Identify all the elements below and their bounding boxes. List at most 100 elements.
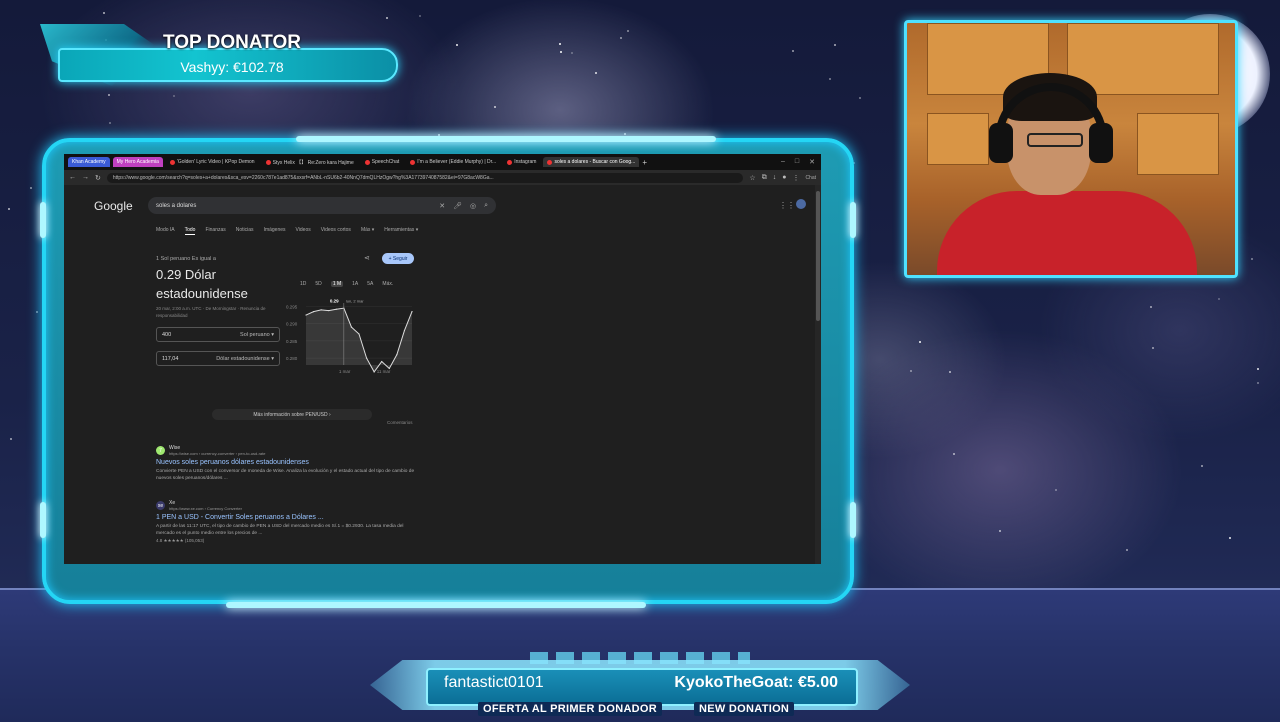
result-title-link[interactable]: 1 PEN a USD - Convertir Soles peruanos a…	[156, 514, 416, 521]
star	[949, 371, 951, 373]
back-icon[interactable]: ←	[69, 174, 76, 181]
url-field[interactable]: https://www.google.com/search?q=soles+a+…	[106, 172, 744, 183]
star	[620, 37, 622, 39]
result-source[interactable]: xe Xe https://www.xe.com › Currency Conver…	[156, 500, 416, 511]
amount-from-field[interactable]: 400 Sol peruano ▾	[156, 327, 280, 342]
x-tick-label: 1 mar	[339, 369, 351, 374]
mic-icon[interactable]: 🎤︎	[453, 202, 462, 210]
search-input[interactable]: soles a dolares ✕ 🎤︎ ◎ ⌕	[148, 197, 496, 214]
range-3[interactable]: 1A	[352, 281, 358, 287]
result-snippet: Convierte PEN a USD con el conversor de …	[156, 469, 415, 481]
range-2[interactable]: 1 M	[330, 281, 344, 287]
profile-icon[interactable]: ●	[782, 174, 786, 181]
star	[386, 17, 388, 19]
search-query: soles a dolares	[156, 202, 197, 209]
chart-point	[403, 329, 406, 332]
star	[456, 44, 458, 46]
window-controls: – □ ✕	[781, 158, 821, 166]
filter-6[interactable]: Videos cortos	[321, 227, 351, 235]
filter-0[interactable]: Modo IA	[156, 227, 175, 235]
result-rating: 4.8 ★★★★★ (105,053)	[156, 538, 205, 543]
tab-favicon-icon	[547, 159, 553, 165]
result-source[interactable]: 7 Wise https://wise.com › currency-convert…	[156, 445, 416, 456]
amount-to-field[interactable]: 117,04 Dólar estadounidense ▾	[156, 351, 280, 366]
result-title-link[interactable]: Nuevos soles peruanos dólares estadounid…	[156, 459, 416, 466]
tab-6[interactable]: Instagram	[503, 157, 540, 167]
top-donator-amount: Vashyy: €102.78	[180, 59, 284, 75]
search-result: 7 Wise https://wise.com › currency-convert…	[156, 445, 416, 482]
tab-3[interactable]: Styx Helix 【】 Re:Zero kara Hajime	[262, 157, 358, 167]
cabinet-right	[1137, 113, 1219, 175]
tab-4[interactable]: SpeechChat	[361, 157, 404, 167]
search-filters: Modo IA Todo Finanzas Noticias Imágenes Video…	[156, 227, 418, 235]
frame-glow-top	[296, 136, 716, 142]
star-icon[interactable]: ☆	[749, 174, 755, 182]
share-icon[interactable]: ⋖	[364, 254, 370, 262]
y-tick-label: 0.290	[286, 322, 298, 327]
star	[1150, 306, 1152, 308]
filter-4[interactable]: Imágenes	[264, 227, 286, 235]
filter-3[interactable]: Noticias	[236, 227, 254, 235]
filter-8[interactable]: Herramientas ▾	[384, 227, 418, 235]
chat-button[interactable]: Chat	[805, 175, 816, 181]
converter-meta: 20 mar, 2:00 a.m. UTC · De Morningstar ·…	[156, 306, 266, 318]
result-url: https://www.xe.com › Currency Converter	[169, 506, 242, 511]
star	[560, 51, 562, 53]
new-tab-icon[interactable]: +	[642, 158, 647, 167]
menu-icon[interactable]: ⋮	[792, 174, 799, 182]
minimize-icon[interactable]: –	[781, 158, 785, 166]
tab-2[interactable]: 'Golden' Lyric Video | KPop Demon	[166, 157, 259, 167]
star	[595, 72, 597, 74]
star	[859, 97, 861, 99]
offer-label: OFERTA AL PRIMER DONADOR	[478, 702, 663, 716]
filter-5[interactable]: Videos	[296, 227, 311, 235]
filter-1[interactable]: Todo	[184, 227, 196, 235]
grid-icon[interactable]: ⋮⋮	[779, 201, 795, 210]
forward-icon[interactable]: →	[82, 174, 89, 181]
camera-icon[interactable]: ◎	[470, 202, 476, 210]
scrollbar[interactable]	[815, 185, 821, 564]
range-0[interactable]: 1D	[300, 281, 306, 287]
maximize-icon[interactable]: □	[795, 158, 799, 166]
result-favicon-icon: xe	[156, 501, 165, 510]
search-icon[interactable]: ⌕	[484, 202, 488, 210]
reload-icon[interactable]: ↻	[95, 174, 101, 182]
avatar[interactable]	[796, 199, 806, 209]
headset-ear-right	[1089, 123, 1113, 163]
follow-button[interactable]: + Seguir	[382, 253, 414, 264]
chart-point	[350, 326, 353, 328]
star	[1201, 465, 1203, 467]
tab-label: Styx Helix 【】 Re:Zero kara Hajime	[272, 159, 354, 166]
download-icon[interactable]: ↓	[773, 174, 777, 181]
star	[36, 311, 38, 313]
tab-5[interactable]: I'm a Believer (Eddie Murphy) | Dr...	[406, 157, 500, 167]
clear-icon[interactable]: ✕	[439, 202, 445, 210]
star	[1126, 549, 1128, 551]
scrollbar-thumb[interactable]	[816, 191, 820, 321]
google-logo[interactable]: Google	[94, 199, 133, 213]
more-info-button[interactable]: Más información sobre PEN/USD ›	[212, 409, 372, 420]
exchange-rate-chart: 0.295 0.290 0.285 0.280 0.29 lun, 2 mar 1 mar 1…	[286, 299, 413, 374]
chart-area	[306, 308, 412, 372]
tab-0[interactable]: Khan Academy	[68, 157, 110, 167]
tab-label: Khan Academy	[72, 159, 106, 165]
star	[999, 530, 1001, 532]
tab-1[interactable]: My Hero Academia	[112, 157, 163, 167]
filter-2[interactable]: Finanzas	[205, 227, 225, 235]
range-4[interactable]: 5A	[367, 281, 373, 287]
star	[8, 208, 10, 210]
tab-7[interactable]: soles a dolares - Buscar con Goog...	[543, 157, 640, 167]
amount-from-value: 400	[162, 331, 172, 338]
range-5[interactable]: Máx.	[382, 281, 393, 287]
unit-from-select[interactable]: Sol peruano ▾	[240, 332, 274, 338]
range-1[interactable]: 5D	[315, 281, 321, 287]
star	[1229, 537, 1231, 539]
result-url: https://wise.com › currency-converter › …	[169, 451, 266, 456]
extensions-icon[interactable]: ⧉	[762, 174, 767, 182]
donation-banner: fantastict0101 KyokoTheGoat: €5.00 OFERT…	[370, 652, 910, 720]
chart-point	[305, 314, 307, 316]
unit-to-select[interactable]: Dólar estadounidense ▾	[216, 356, 274, 362]
comments-link[interactable]: Comentarios	[387, 420, 413, 425]
close-window-icon[interactable]: ✕	[809, 158, 815, 166]
filter-7[interactable]: Más ▾	[361, 227, 374, 235]
